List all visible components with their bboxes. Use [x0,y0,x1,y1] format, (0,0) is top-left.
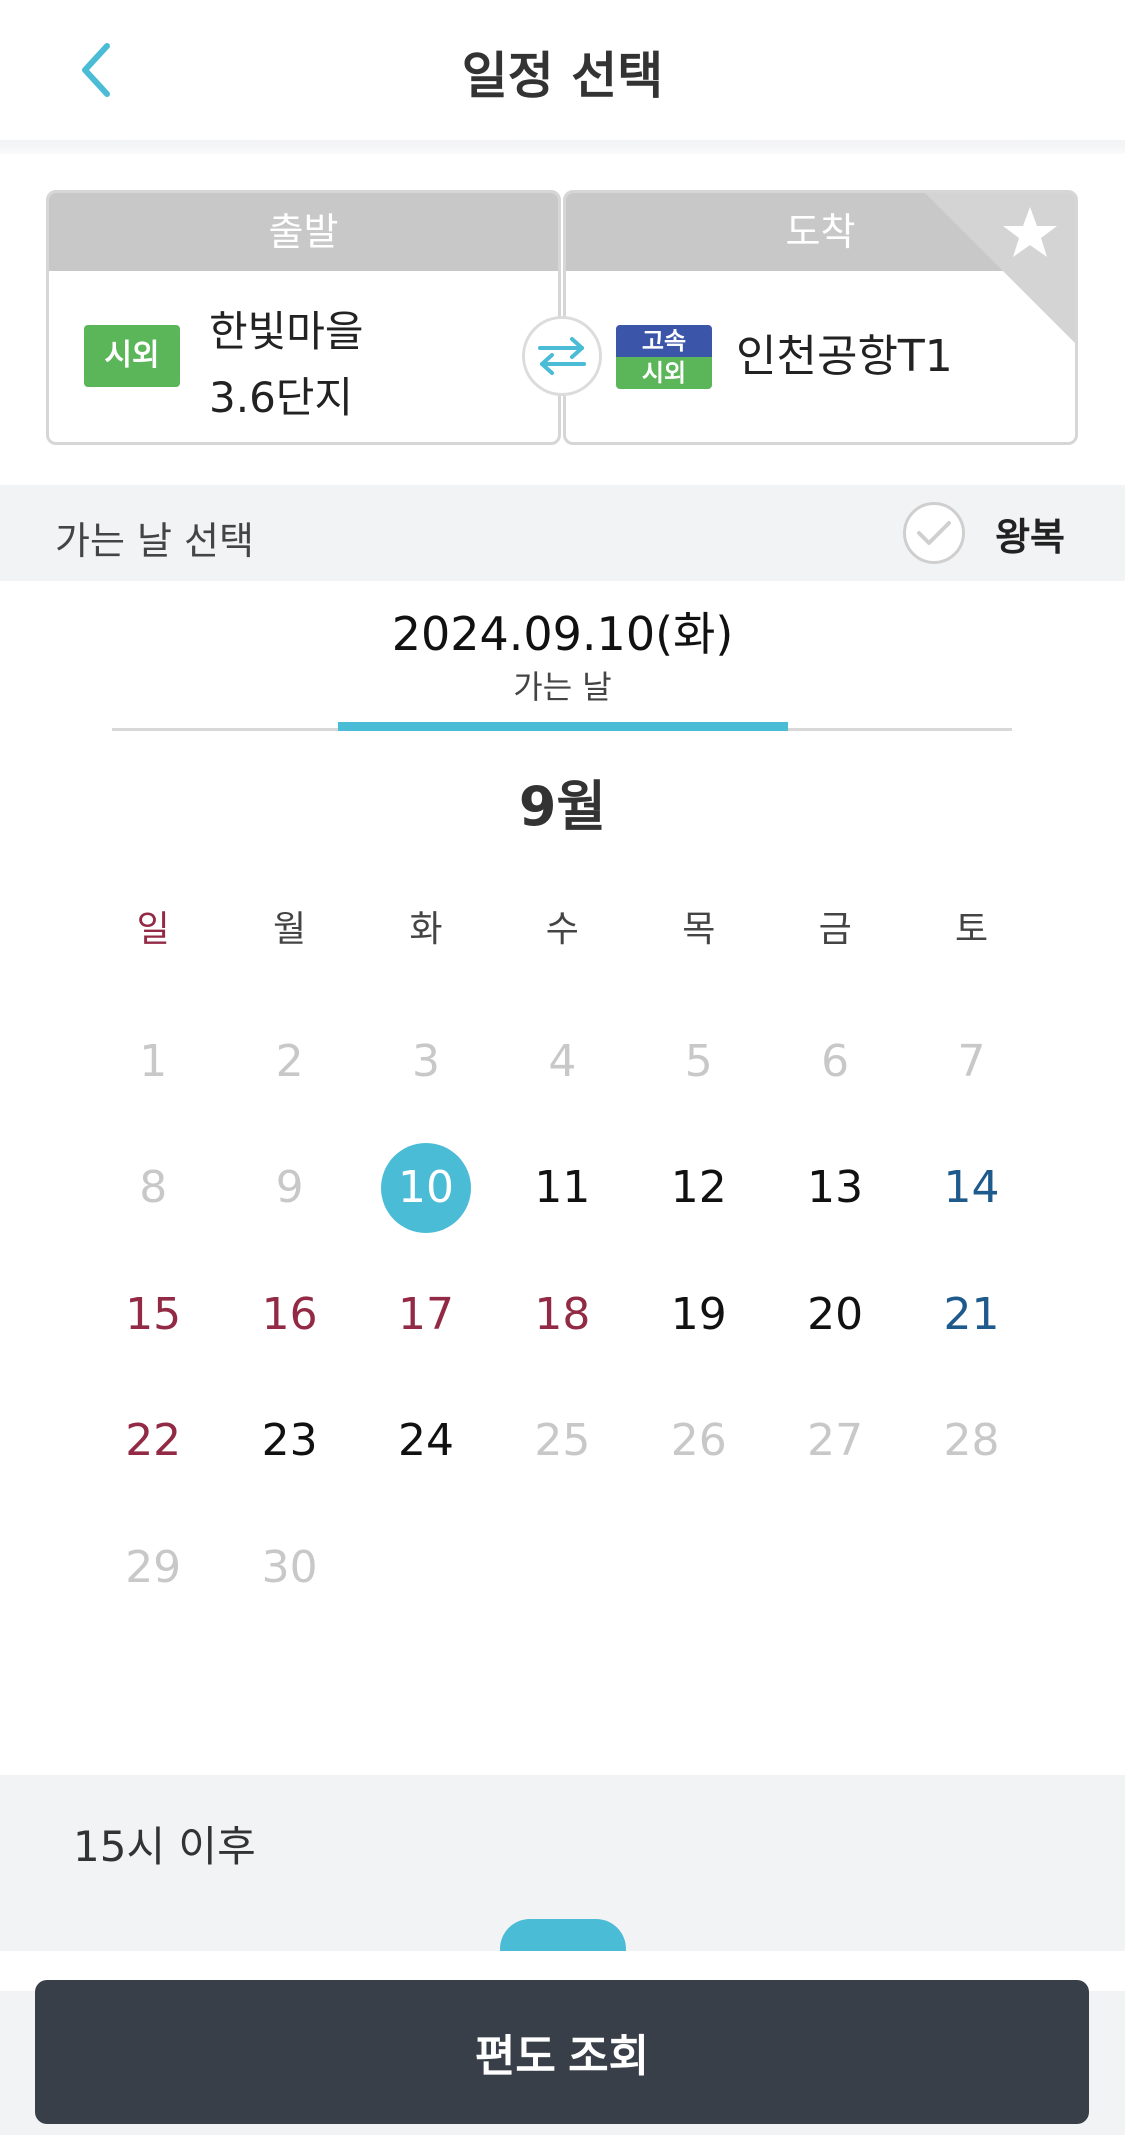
weekday-wed: 수 [545,909,579,950]
swap-button[interactable] [522,316,602,396]
route-panel: 출발 시외 한빛마을 3.6단지 도착 고속 시외 인천공항T1 [46,190,1080,445]
calendar-day: 9 [275,1162,304,1214]
calendar-day: 8 [139,1162,168,1214]
calendar-day[interactable]: 22 [85,1378,221,1505]
favorite-button[interactable] [925,193,1075,343]
calendar-day[interactable]: 15 [85,1251,221,1378]
departure-place-line1: 한빛마을 [209,307,364,356]
app-header: 일정 선택 [0,0,1125,140]
calendar-day: 3 [411,1035,440,1087]
calendar-day[interactable]: 12 [631,1125,767,1252]
check-icon [917,521,952,545]
selected-date[interactable]: 2024.09.10(화) [0,598,1125,664]
departure-place-line2: 3.6단지 [209,373,354,422]
calendar-day[interactable]: 20 [767,1251,903,1378]
page-title: 일정 선택 [461,47,664,105]
round-trip-label: 왕복 [995,514,1065,559]
weekday-header: 일 월 화 수 목 금 토 [85,880,1040,980]
weekday-sun: 일 [136,909,170,950]
header-divider [0,140,1125,154]
arrival-type-badge: 고속 시외 [616,325,712,389]
weekday-thu: 목 [682,909,716,950]
calendar-day: 28 [943,1415,1000,1467]
arrival-badge-express: 고속 [616,325,712,357]
calendar-day[interactable]: 21 [903,1251,1039,1378]
date-select-bar: 가는 날 선택 왕복 [0,485,1125,581]
calendar-day: 2 [275,1035,304,1087]
calendar-day: 26 [670,1415,727,1467]
weekday-fri: 금 [818,909,852,950]
arrival-place: 인천공항T1 [736,331,953,382]
selected-date-label: 가는 날 [513,668,612,706]
departure-label: 출발 [49,193,558,271]
calendar-day: 30 [261,1541,318,1593]
date-select-label: 가는 날 선택 [55,519,254,563]
departure-card[interactable]: 출발 시외 한빛마을 3.6단지 [46,190,561,445]
arrival-card[interactable]: 도착 고속 시외 인천공항T1 [563,190,1078,445]
calendar-day[interactable]: 19 [631,1251,767,1378]
calendar-day: 7 [957,1035,986,1087]
weekday-tue: 화 [409,909,443,950]
calendar-day: 1 [139,1035,168,1087]
calendar-day: 25 [534,1415,591,1467]
calendar-day[interactable]: 16 [221,1251,357,1378]
calendar-day[interactable]: 11 [494,1125,630,1252]
departure-place: 한빛마을 3.6단지 [209,299,364,431]
calendar-day[interactable]: 17 [358,1251,494,1378]
calendar-day: 4 [548,1035,577,1087]
weekday-sat: 토 [954,909,989,950]
tab-active-indicator [338,722,788,731]
round-trip-toggle[interactable]: 왕복 [903,501,1065,565]
calendar-day: 6 [821,1035,850,1087]
calendar-day[interactable]: 18 [494,1251,630,1378]
calendar-day[interactable]: 24 [358,1378,494,1505]
round-trip-checkbox[interactable] [903,502,966,564]
calendar-day[interactable]: 23 [221,1378,357,1505]
one-way-search-button[interactable]: 편도 조회 [35,1980,1089,2124]
calendar: 일 월 화 수 목 금 토 1 2 3 4 5 6 7 8 9 10 11 12… [85,880,1040,1631]
calendar-day: 29 [125,1541,182,1593]
calendar-day-selected[interactable]: 10 [358,1125,494,1252]
month-title: 9월 [518,775,607,838]
calendar-days: 1 2 3 4 5 6 7 8 9 10 11 12 13 14 15 16 1… [85,998,1040,1631]
departure-type-badge: 시외 [84,325,180,387]
calendar-day[interactable]: 14 [903,1125,1039,1252]
weekday-mon: 월 [273,909,307,950]
calendar-day: 27 [807,1415,864,1467]
swap-arrows-icon [538,337,586,375]
time-filter-label: 15시 이후 [73,1822,256,1871]
calendar-day[interactable]: 13 [767,1125,903,1252]
arrival-badge-intercity: 시외 [616,357,712,389]
calendar-day: 5 [684,1035,713,1087]
